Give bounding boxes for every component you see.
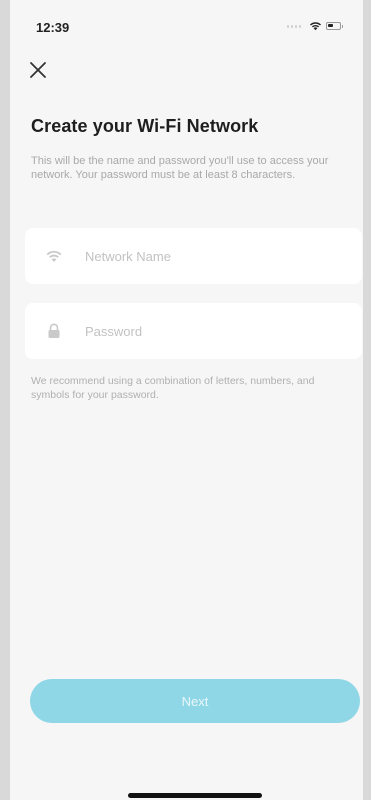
page-title: Create your Wi-Fi Network [31, 116, 259, 136]
lock-icon [45, 322, 63, 340]
password-input[interactable] [85, 323, 315, 339]
close-button[interactable] [26, 58, 50, 82]
home-indicator[interactable] [128, 793, 262, 798]
status-bar: 12:39 [10, 0, 363, 44]
network-name-input[interactable] [85, 248, 315, 264]
password-hint: We recommend using a combination of lett… [31, 375, 315, 401]
cellular-signal-icon [287, 24, 305, 28]
app-screen: 12:39 Create your Wi-Fi Network This wil… [10, 0, 363, 800]
status-time: 12:39 [36, 20, 70, 35]
next-button[interactable]: Next [30, 679, 360, 723]
network-name-field[interactable] [25, 228, 362, 284]
close-icon [30, 62, 46, 78]
wifi-status-icon [310, 22, 321, 31]
password-field[interactable] [25, 303, 362, 359]
status-icons [287, 21, 343, 31]
battery-icon [326, 22, 343, 30]
page-description: This will be the name and password you'l… [31, 155, 329, 181]
wifi-icon [45, 247, 63, 265]
